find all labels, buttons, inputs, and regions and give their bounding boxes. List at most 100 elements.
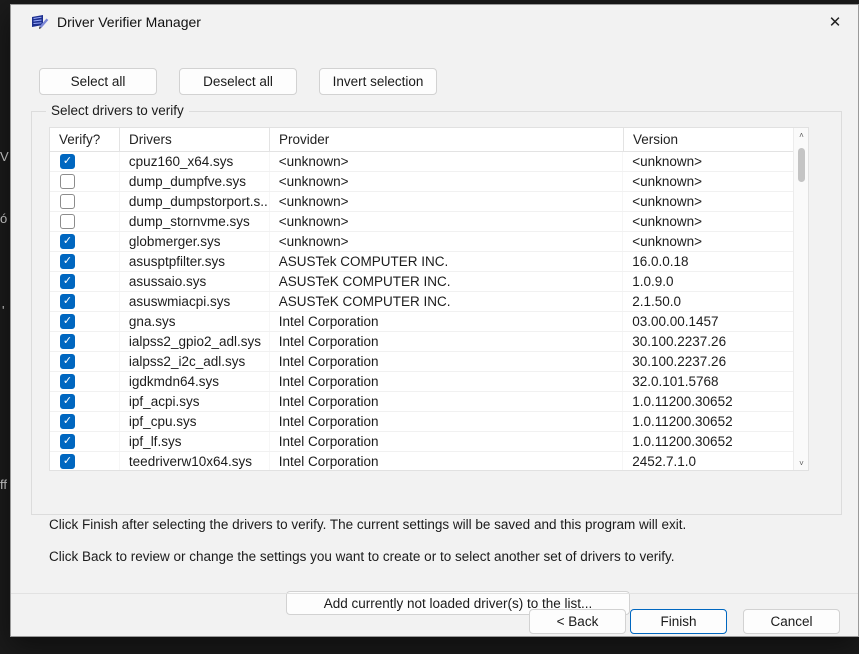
version-value: 16.0.0.18 <box>623 252 793 271</box>
footer-separator <box>11 593 858 594</box>
version-value: <unknown> <box>623 152 793 171</box>
title-bar: Driver Verifier Manager ✕ <box>11 5 858 39</box>
verify-checkbox[interactable]: ✓ <box>60 294 75 309</box>
column-header-provider[interactable]: Provider <box>270 128 624 151</box>
table-row[interactable]: ✓ asusptpfilter.sysASUSTek COMPUTER INC.1… <box>50 252 793 272</box>
driver-table-body: ✓cpuz160_x64.sys<unknown><unknown>dump_d… <box>50 152 793 470</box>
verify-cell: ✓ <box>50 312 120 331</box>
provider-name: <unknown> <box>270 172 624 191</box>
driver-name: asusptpfilter.sys <box>120 252 270 271</box>
table-row[interactable]: ✓ ipf_cpu.sysIntel Corporation1.0.11200.3… <box>50 412 793 432</box>
select-all-button[interactable]: Select all <box>39 68 157 95</box>
driver-name: teedriverw10x64.sys <box>120 452 270 470</box>
provider-name: <unknown> <box>270 212 624 231</box>
verify-cell: ✓ <box>50 452 120 470</box>
verify-checkbox[interactable]: ✓ <box>60 254 75 269</box>
deselect-all-button[interactable]: Deselect all <box>179 68 297 95</box>
driver-name: gna.sys <box>120 312 270 331</box>
provider-name: <unknown> <box>270 152 624 171</box>
version-value: 1.0.11200.30652 <box>623 432 793 451</box>
finish-button[interactable]: Finish <box>630 609 727 634</box>
driver-name: ipf_cpu.sys <box>120 412 270 431</box>
finish-instruction-text: Click Finish after selecting the drivers… <box>49 517 686 532</box>
table-row[interactable]: ✓asussaio.sysASUSTeK COMPUTER INC.1.0.9.… <box>50 272 793 292</box>
verify-checkbox[interactable]: ✓ <box>60 154 75 169</box>
provider-name: ASUSTek COMPUTER INC. <box>270 252 624 271</box>
driver-name: dump_stornvme.sys <box>120 212 270 231</box>
provider-name: Intel Corporation <box>270 452 624 470</box>
verify-cell: ✓ <box>50 372 120 391</box>
table-row[interactable]: ✓ipf_lf.sysIntel Corporation1.0.11200.30… <box>50 432 793 452</box>
verify-cell: ✓ <box>50 292 120 311</box>
verify-checkbox[interactable]: ✓ <box>60 354 75 369</box>
table-row[interactable]: ✓ipf_acpi.sysIntel Corporation1.0.11200.… <box>50 392 793 412</box>
verify-checkbox[interactable]: ✓ <box>60 414 75 429</box>
table-scrollbar[interactable]: ˄ ˅ <box>793 128 808 470</box>
verify-cell: ✓ <box>50 392 120 411</box>
version-value: 30.100.2237.26 <box>623 352 793 371</box>
version-value: <unknown> <box>623 232 793 251</box>
column-header-version[interactable]: Version <box>624 128 794 151</box>
table-row[interactable]: dump_dumpstorport.s...<unknown><unknown> <box>50 192 793 212</box>
verify-cell: ✓ <box>50 352 120 371</box>
background-text-fragment: ff <box>0 477 7 492</box>
window-title: Driver Verifier Manager <box>57 14 201 30</box>
verify-checkbox[interactable]: ✓ <box>60 454 75 469</box>
verify-cell: ✓ <box>50 432 120 451</box>
verify-cell <box>50 212 120 231</box>
provider-name: ASUSTeK COMPUTER INC. <box>270 292 624 311</box>
version-value: 32.0.101.5768 <box>623 372 793 391</box>
driver-name: ipf_lf.sys <box>120 432 270 451</box>
table-row[interactable]: dump_stornvme.sys<unknown><unknown> <box>50 212 793 232</box>
provider-name: Intel Corporation <box>270 392 624 411</box>
driver-verifier-manager-dialog: Driver Verifier Manager ✕ Select all Des… <box>10 4 859 637</box>
driver-name: ialpss2_i2c_adl.sys <box>120 352 270 371</box>
background-text-fragment: ó <box>0 211 7 226</box>
column-header-verify[interactable]: Verify? <box>50 128 120 151</box>
table-row[interactable]: ✓ialpss2_i2c_adl.sysIntel Corporation30.… <box>50 352 793 372</box>
version-value: 1.0.9.0 <box>623 272 793 291</box>
close-icon[interactable]: ✕ <box>812 5 858 39</box>
column-header-drivers[interactable]: Drivers <box>120 128 270 151</box>
scrollbar-up-arrow-icon[interactable]: ˄ <box>794 128 809 142</box>
driver-name: asussaio.sys <box>120 272 270 291</box>
table-row[interactable]: ✓igdkmdn64.sysIntel Corporation32.0.101.… <box>50 372 793 392</box>
provider-name: Intel Corporation <box>270 332 624 351</box>
verify-checkbox[interactable]: ✓ <box>60 374 75 389</box>
table-row[interactable]: ✓asuswmiacpi.sysASUSTeK COMPUTER INC.2.1… <box>50 292 793 312</box>
invert-selection-button[interactable]: Invert selection <box>319 68 437 95</box>
verify-checkbox[interactable]: ✓ <box>60 434 75 449</box>
driver-name: cpuz160_x64.sys <box>120 152 270 171</box>
groupbox-label: Select drivers to verify <box>46 103 189 118</box>
table-row[interactable]: ✓globmerger.sys<unknown><unknown> <box>50 232 793 252</box>
driver-name: ialpss2_gpio2_adl.sys <box>120 332 270 351</box>
table-row[interactable]: dump_dumpfve.sys<unknown><unknown> <box>50 172 793 192</box>
table-row[interactable]: ✓cpuz160_x64.sys<unknown><unknown> <box>50 152 793 172</box>
scrollbar-thumb[interactable] <box>798 148 805 182</box>
verify-checkbox[interactable]: ✓ <box>60 314 75 329</box>
driver-table-header: Verify? Drivers Provider Version <box>50 128 808 152</box>
driver-name: igdkmdn64.sys <box>120 372 270 391</box>
version-value: 1.0.11200.30652 <box>623 392 793 411</box>
verify-checkbox[interactable]: ✓ <box>60 274 75 289</box>
verify-cell: ✓ <box>50 412 120 431</box>
back-button[interactable]: < Back <box>529 609 626 634</box>
table-row[interactable]: ✓gna.sysIntel Corporation03.00.00.1457 <box>50 312 793 332</box>
select-drivers-groupbox: Select drivers to verify Verify? Drivers… <box>31 111 842 515</box>
verify-checkbox[interactable] <box>60 174 75 189</box>
provider-name: Intel Corporation <box>270 412 624 431</box>
verify-cell: ✓ <box>50 152 120 171</box>
background-text-fragment: ' <box>2 303 4 318</box>
table-row[interactable]: ✓teedriverw10x64.sysIntel Corporation245… <box>50 452 793 470</box>
verify-checkbox[interactable]: ✓ <box>60 394 75 409</box>
cancel-button[interactable]: Cancel <box>743 609 840 634</box>
scrollbar-down-arrow-icon[interactable]: ˅ <box>794 456 809 470</box>
verify-checkbox[interactable]: ✓ <box>60 334 75 349</box>
verify-checkbox[interactable] <box>60 194 75 209</box>
table-row[interactable]: ✓ialpss2_gpio2_adl.sysIntel Corporation3… <box>50 332 793 352</box>
verify-checkbox[interactable] <box>60 214 75 229</box>
verify-checkbox[interactable]: ✓ <box>60 234 75 249</box>
version-value: 03.00.00.1457 <box>623 312 793 331</box>
back-instruction-text: Click Back to review or change the setti… <box>49 549 675 564</box>
version-value: 1.0.11200.30652 <box>623 412 793 431</box>
